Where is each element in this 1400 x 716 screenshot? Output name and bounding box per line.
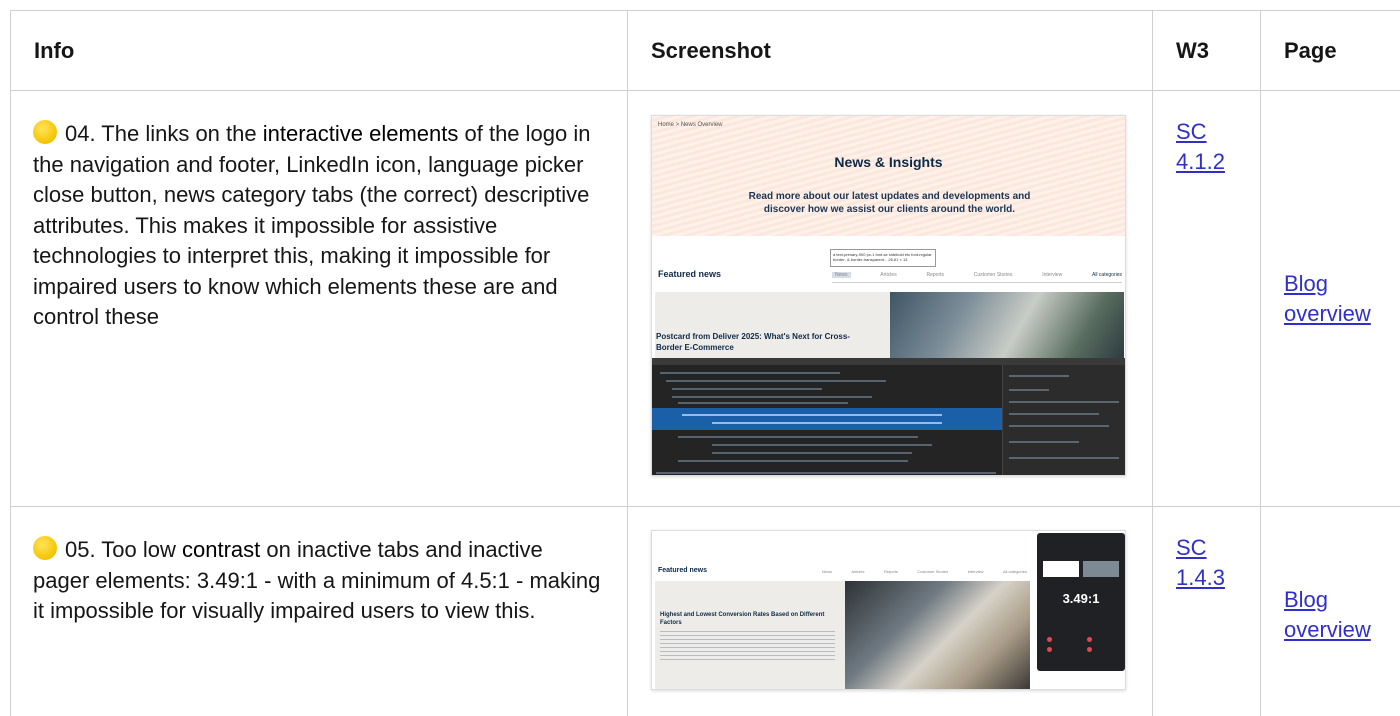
featured-news-heading: Featured news	[658, 269, 722, 279]
hero-subtitle: Read more about our latest updates and d…	[748, 191, 1031, 215]
category-tabs: News Articles Reports Customer Stories I…	[822, 569, 1027, 574]
tab-all-categories[interactable]: All categories	[1092, 272, 1122, 278]
fail-indicator-icon	[1087, 647, 1092, 652]
tab-articles[interactable]: Articles	[851, 569, 864, 574]
fail-indicator-icon	[1047, 647, 1052, 652]
header-w3: W3	[1152, 10, 1261, 91]
header-screenshot: Screenshot	[627, 10, 1153, 91]
issue-text: 05. Too low	[65, 537, 183, 562]
page-link[interactable]: Blog overview	[1284, 269, 1371, 329]
tab-reports[interactable]: Reports	[926, 272, 944, 278]
tab-all-categories[interactable]: All categories	[1003, 569, 1027, 574]
category-tabs: News Articles Reports Customer Stories I…	[832, 272, 1122, 278]
hero-title: News & Insights	[834, 154, 943, 170]
contrast-ratio: 3.49:1	[1062, 591, 1100, 606]
featured-photo	[845, 581, 1030, 689]
tab-underline	[832, 282, 1122, 283]
page-cell: Blog overview	[1260, 506, 1400, 716]
featured-card-title: Postcard from Deliver 2025: What's Next …	[656, 332, 850, 352]
featured-card-excerpt	[660, 631, 835, 661]
tab-news[interactable]: News	[832, 272, 851, 278]
tab-news[interactable]: News	[822, 569, 832, 574]
featured-news-heading: Featured news	[658, 567, 708, 574]
w3-cell: SC 1.4.3	[1152, 506, 1261, 716]
issue-text: 04. The links on the	[65, 121, 263, 146]
wcag-criterion-link[interactable]: SC 1.4.3	[1153, 507, 1260, 593]
page-link[interactable]: Blog overview	[1284, 585, 1371, 645]
header-page: Page	[1260, 10, 1400, 91]
devtools-selected-node	[652, 408, 1012, 430]
page-cell: Blog overview	[1260, 90, 1400, 507]
hero-banner	[652, 116, 1125, 236]
foreground-swatch	[1043, 561, 1079, 577]
table-header-row: Info Screenshot W3 Page	[10, 10, 1400, 91]
devtools-styles-pane	[1002, 365, 1125, 475]
tab-interview[interactable]: Interview	[968, 569, 984, 574]
fail-indicator-icon	[1087, 637, 1092, 642]
breadcrumb: Home > News Overview	[658, 122, 723, 128]
tab-articles[interactable]: Articles	[880, 272, 896, 278]
issue-description: 04. The links on the interactive element…	[11, 91, 627, 333]
background-swatch	[1083, 561, 1119, 577]
featured-card-title: Highest and Lowest Conversion Rates Base…	[660, 612, 825, 626]
issue-description: 05. Too low contrast on inactive tabs an…	[11, 507, 627, 627]
header-info: Info	[10, 10, 628, 91]
contrast-checker-panel: 3.49:1	[1037, 533, 1125, 671]
wcag-criterion-link[interactable]: SC 4.1.2	[1153, 91, 1260, 177]
issue-keyword: interactive elements	[262, 121, 459, 146]
yellow-severity-dot-icon	[33, 120, 57, 144]
issue-keyword: contrast	[182, 537, 261, 562]
devtools-panel	[652, 358, 1125, 475]
tab-customer-stories[interactable]: Customer Stories	[917, 569, 948, 574]
w3-cell: SC 4.1.2	[1152, 90, 1261, 507]
devtools-toolbar	[652, 358, 1125, 365]
info-cell: 04. The links on the interactive element…	[10, 90, 628, 507]
screenshot-contrast-checker: Featured news News Articles Reports Cust…	[651, 530, 1126, 690]
yellow-severity-dot-icon	[33, 536, 57, 560]
screenshot-news-devtools: Home > News Overview News & Insights Rea…	[651, 115, 1126, 476]
issue-text-rest: of the logo in the navigation and footer…	[33, 121, 591, 329]
fail-indicator-icon	[1047, 637, 1052, 642]
featured-photo	[890, 292, 1124, 360]
info-cell: 05. Too low contrast on inactive tabs an…	[10, 506, 628, 716]
devtools-tooltip: a text-primary-900 px-1 font-se sidebold…	[830, 249, 936, 267]
tab-customer-stories[interactable]: Customer Stories	[974, 272, 1013, 278]
tab-reports[interactable]: Reports	[884, 569, 898, 574]
tab-interview[interactable]: Interview	[1042, 272, 1062, 278]
